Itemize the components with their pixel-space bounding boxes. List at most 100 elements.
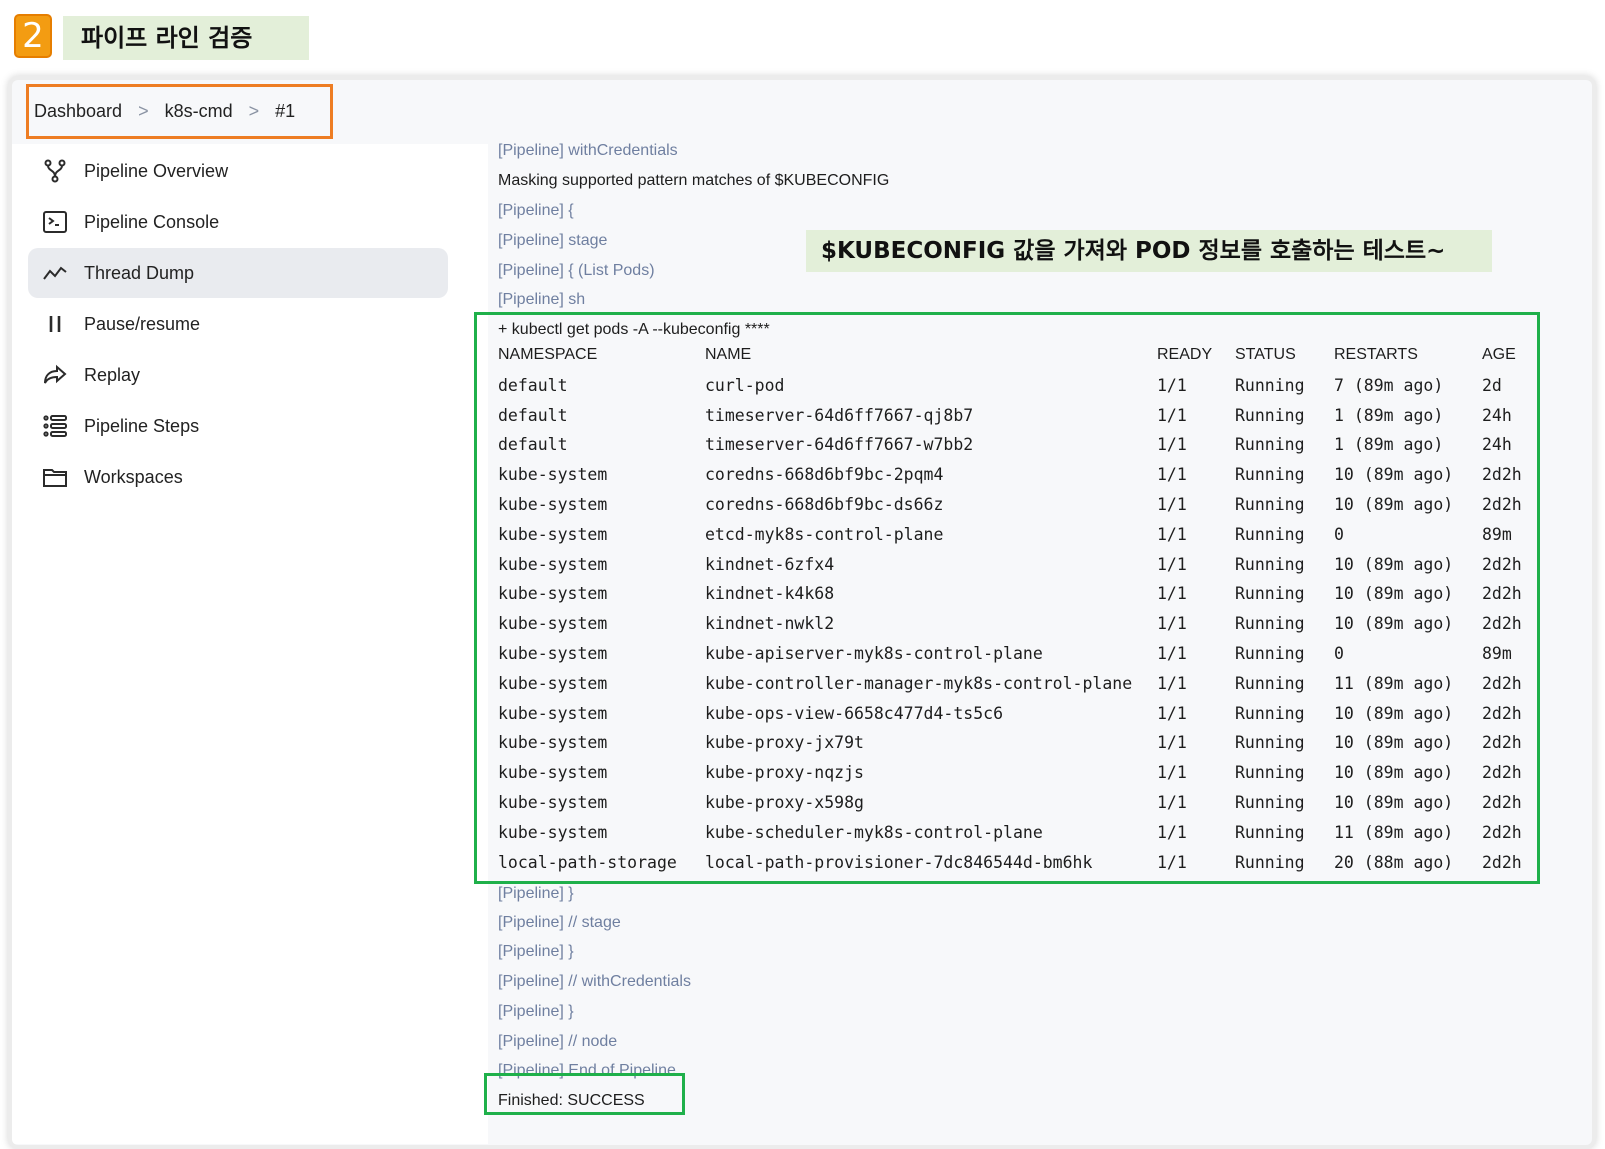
table-cell: 2d2h — [1482, 793, 1522, 812]
console-line: [Pipeline] } — [498, 1003, 574, 1020]
table-cell: 1/1 — [1157, 763, 1187, 782]
breadcrumb-job[interactable]: k8s-cmd — [165, 101, 233, 122]
sidebar-item-label: Pipeline Console — [84, 211, 220, 232]
table-cell: 1/1 — [1157, 644, 1187, 663]
pause-icon — [40, 309, 70, 339]
table-cell: kube-system — [498, 584, 608, 603]
table-cell: kube-controller-manager-myk8s-control-pl… — [705, 674, 1133, 693]
console-line: [Pipeline] { (List Pods) — [498, 262, 655, 279]
table-cell: 10 (89m ago) — [1334, 763, 1454, 782]
table-cell: 1/1 — [1157, 495, 1187, 514]
table-cell: 24h — [1482, 435, 1512, 454]
table-cell: 24h — [1482, 406, 1512, 425]
console-line: [Pipeline] withCredentials — [498, 142, 678, 159]
table-cell: default — [498, 376, 568, 395]
sidebar-item-pipeline-console[interactable]: Pipeline Console — [28, 197, 448, 247]
chevron-right-icon: > — [138, 101, 149, 121]
table-cell: 1 (89m ago) — [1334, 435, 1444, 454]
table-cell: 1/1 — [1157, 733, 1187, 752]
sidebar-item-label: Pipeline Overview — [84, 160, 229, 181]
table-cell: Running — [1235, 584, 1305, 603]
table-cell: 1/1 — [1157, 525, 1187, 544]
table-cell: Running — [1235, 525, 1305, 544]
console-line: [Pipeline] // withCredentials — [498, 973, 691, 990]
table-cell: kube-proxy-nqzjs — [705, 763, 864, 782]
sidebar-item-thread-dump[interactable]: Thread Dump — [28, 248, 448, 298]
chevron-right-icon: > — [248, 101, 260, 121]
table-cell: 0 — [1334, 525, 1344, 544]
table-cell: 2d2h — [1482, 733, 1522, 752]
table-cell: kube-system — [498, 793, 608, 812]
table-cell: 1/1 — [1157, 376, 1187, 395]
breadcrumb-dashboard[interactable]: Dashboard — [34, 101, 122, 122]
table-cell: kube-ops-view-6658c477d4-ts5c6 — [705, 704, 1004, 723]
table-cell: timeserver-64d6ff7667-w7bb2 — [705, 435, 974, 454]
terminal-icon — [40, 207, 70, 237]
sidebar-item-replay[interactable]: Replay — [28, 350, 448, 400]
table-cell: kube-system — [498, 763, 608, 782]
column-header: AGE — [1482, 346, 1516, 363]
table-cell: kube-system — [498, 614, 608, 633]
breadcrumb-build[interactable]: #1 — [275, 101, 295, 122]
console-line: [Pipeline] sh — [498, 291, 586, 308]
table-cell: kube-system — [498, 555, 608, 574]
sidebar-item-pipeline-steps[interactable]: Pipeline Steps — [28, 401, 448, 451]
table-cell: Running — [1235, 733, 1305, 752]
sidebar-item-workspaces[interactable]: Workspaces — [28, 452, 448, 502]
table-cell: etcd-myk8s-control-plane — [705, 525, 944, 544]
sidebar-item-pipeline-overview[interactable]: Pipeline Overview — [28, 146, 448, 196]
table-cell: kube-proxy-jx79t — [705, 733, 864, 752]
table-cell: 2d2h — [1482, 823, 1522, 842]
table-cell: 11 (89m ago) — [1334, 674, 1454, 693]
table-cell: 10 (89m ago) — [1334, 465, 1454, 484]
step-number-badge: 2 — [14, 14, 52, 58]
table-cell: kube-system — [498, 733, 608, 752]
table-cell: 1 (89m ago) — [1334, 406, 1444, 425]
table-cell: 10 (89m ago) — [1334, 793, 1454, 812]
table-cell: 89m — [1482, 644, 1512, 663]
table-cell: 2d — [1482, 376, 1502, 395]
table-cell: timeserver-64d6ff7667-qj8b7 — [705, 406, 974, 425]
column-header: STATUS — [1235, 346, 1296, 363]
table-cell: Running — [1235, 376, 1305, 395]
table-cell: 1/1 — [1157, 704, 1187, 723]
table-cell: 1/1 — [1157, 793, 1187, 812]
table-cell: 1/1 — [1157, 465, 1187, 484]
console-line: Masking supported pattern matches of $KU… — [498, 172, 890, 189]
sidebar-item-label: Pipeline Steps — [84, 415, 200, 436]
sidebar-item-label: Replay — [84, 364, 141, 385]
table-cell: Running — [1235, 853, 1305, 872]
console-line: [Pipeline] stage — [498, 232, 608, 249]
replay-icon — [40, 360, 70, 390]
table-cell: Running — [1235, 555, 1305, 574]
table-cell: 2d2h — [1482, 614, 1522, 633]
table-cell: 1/1 — [1157, 823, 1187, 842]
table-cell: kube-system — [498, 674, 608, 693]
table-cell: 2d2h — [1482, 674, 1522, 693]
sidebar-item-pause-resume[interactable]: Pause/resume — [28, 299, 448, 349]
table-cell: 10 (89m ago) — [1334, 733, 1454, 752]
table-cell: Running — [1235, 644, 1305, 663]
table-cell: Running — [1235, 704, 1305, 723]
table-cell: kube-scheduler-myk8s-control-plane — [705, 823, 1043, 842]
sidebar-item-label: Thread Dump — [84, 262, 195, 283]
table-cell: local-path-storage — [498, 853, 677, 872]
breadcrumb: Dashboard > k8s-cmd > #1 — [26, 84, 333, 139]
table-cell: Running — [1235, 823, 1305, 842]
table-cell: local-path-provisioner-7dc846544d-bm6hk — [705, 853, 1093, 872]
column-header: READY — [1157, 346, 1213, 363]
pipeline-overview-icon — [40, 156, 70, 186]
table-cell: Running — [1235, 793, 1305, 812]
column-header: NAMESPACE — [498, 346, 598, 363]
table-cell: kube-system — [498, 525, 608, 544]
table-cell: kube-system — [498, 495, 608, 514]
table-cell: Running — [1235, 435, 1305, 454]
table-cell: Running — [1235, 495, 1305, 514]
table-cell: kindnet-6zfx4 — [705, 555, 835, 574]
table-cell: 1/1 — [1157, 435, 1187, 454]
table-cell: 20 (88m ago) — [1334, 853, 1454, 872]
table-cell: 10 (89m ago) — [1334, 584, 1454, 603]
console-command-line: + kubectl get pods -A --kubeconfig **** — [498, 321, 770, 338]
sidebar-item-label: Workspaces — [84, 466, 183, 487]
table-cell: Running — [1235, 763, 1305, 782]
